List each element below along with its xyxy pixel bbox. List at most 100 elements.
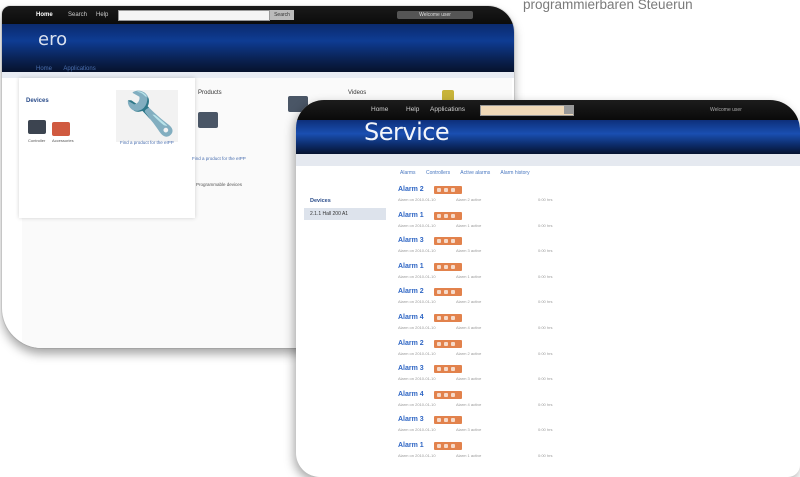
back-section-text: Programmable devices [196, 182, 243, 187]
alarm-status-badge [434, 390, 462, 399]
front-nav-help[interactable]: Help [406, 105, 419, 115]
alarm-detail-text: 0:00 hrs [538, 427, 553, 433]
front-top-bar: Home Help Applications Welcome user [296, 100, 800, 120]
accessory-image[interactable] [52, 122, 70, 136]
back-user-box[interactable]: Welcome user [397, 11, 473, 19]
alarm-detail-text: Alarm 3 active [456, 248, 482, 254]
alarm-row[interactable]: Alarm 1 Alarm on 2010-01-10 Alarm 1 active… [396, 211, 596, 238]
back-col-products: Products [198, 90, 222, 96]
alarm-detail-text: Alarm 2 active [456, 350, 482, 356]
back-crumb-applications[interactable]: Applications [63, 66, 95, 72]
alarm-status-badge [434, 365, 462, 374]
alarm-detail-text: Alarm 4 active [456, 325, 482, 330]
alarm-row[interactable]: Alarm 3 Alarm on 2010-01-10 Alarm 3 active… [396, 365, 596, 391]
alarm-name-link[interactable]: Alarm 2 [398, 340, 424, 347]
back-panel-title: Devices [26, 98, 49, 104]
alarm-row[interactable]: Alarm 2 Alarm on 2010-01-10 Alarm 2 active… [396, 288, 596, 314]
alarm-row[interactable]: Alarm 1 Alarm on 2010-01-10 Alarm 1 active… [396, 442, 596, 468]
alarm-name-link[interactable]: Alarm 3 [398, 416, 424, 423]
alarm-row[interactable]: Alarm 4 Alarm on 2010-01-10 Alarm 4 active… [396, 390, 596, 417]
front-user-text[interactable]: Welcome user [710, 106, 770, 114]
alarm-detail-text: Alarm on 2010-01-10 [398, 248, 436, 254]
alarm-name-link[interactable]: Alarm 3 [398, 237, 424, 244]
alarm-detail-text: Alarm on 2010-01-10 [398, 325, 436, 330]
alarm-detail-text: Alarm 2 active [456, 299, 482, 305]
alarm-detail-text: Alarm on 2010-01-10 [398, 197, 436, 202]
front-search-button[interactable] [564, 105, 573, 114]
product-image[interactable] [198, 112, 218, 128]
alarm-detail-text: Alarm on 2010-01-10 [398, 376, 436, 382]
alarm-detail-text: Alarm on 2010-01-10 [398, 299, 436, 305]
back-col-videos: Videos [348, 90, 367, 96]
back-nav-home[interactable]: Home [36, 10, 53, 20]
wrench-icon: 🔧 [124, 90, 177, 137]
alarm-detail-text: 0:00 hrs [538, 273, 553, 279]
front-search-input[interactable] [480, 105, 574, 116]
alarm-status-badge [434, 211, 462, 220]
back-header-banner [2, 24, 514, 72]
sidebar-title: Devices [310, 198, 331, 204]
alarm-detail-text: 0:00 hrs [538, 222, 553, 228]
controller-image[interactable] [28, 120, 46, 134]
alarm-status-badge [434, 288, 462, 297]
thumb-label-controller[interactable]: Controller [28, 138, 45, 143]
alarm-row[interactable]: Alarm 2 Alarm on 2010-01-10 Alarm 2 active… [396, 186, 596, 212]
alarm-name-link[interactable]: Alarm 1 [398, 212, 424, 219]
alarm-status-badge [434, 262, 462, 271]
alarm-row[interactable]: Alarm 3 Alarm on 2010-01-10 Alarm 3 active… [396, 237, 596, 263]
back-breadcrumb: Home Applications [36, 66, 106, 72]
back-col-link[interactable]: Find a product for the eIPP [192, 156, 246, 161]
alarm-detail-text: Alarm 2 active [456, 197, 482, 202]
back-search-input[interactable] [118, 10, 270, 21]
alarm-detail-text: Alarm 1 active [456, 273, 482, 279]
alarm-detail-text: 0:00 hrs [538, 453, 553, 458]
front-browser-window: Home Help Applications Welcome user Serv… [296, 100, 800, 477]
alarm-detail-text: 0:00 hrs [538, 401, 553, 407]
alarm-status-badge [434, 339, 462, 348]
sidebar-item-device[interactable]: 2.1.1 Hall 200 A1 [304, 208, 386, 220]
back-logo: ero [38, 29, 68, 50]
alarm-detail-text: Alarm on 2010-01-10 [398, 427, 436, 433]
alarm-detail-text: Alarm on 2010-01-10 [398, 453, 436, 458]
alarm-status-badge [434, 186, 462, 194]
alarm-row[interactable]: Alarm 3 Alarm on 2010-01-10 Alarm 3 active… [396, 416, 596, 442]
alarm-name-link[interactable]: Alarm 1 [398, 442, 424, 449]
alarm-detail-text: Alarm 1 active [456, 222, 482, 228]
alarm-detail-text: 0:00 hrs [538, 350, 553, 356]
tab-controllers[interactable]: Controllers [426, 170, 450, 176]
alarm-status-badge [434, 237, 462, 246]
front-nav-home[interactable]: Home [371, 105, 388, 115]
thumb-label-accessories[interactable]: Accessories [52, 138, 74, 143]
back-top-bar: Home Search Help Search Welcome user [2, 6, 514, 24]
front-tabs: Alarms Controllers Active alarms Alarm h… [400, 170, 539, 176]
alarm-detail-text: Alarm 3 active [456, 427, 482, 433]
alarm-row[interactable]: Alarm 4 Alarm on 2010-01-10 Alarm 4 active… [396, 314, 596, 340]
alarm-name-link[interactable]: Alarm 4 [398, 314, 424, 321]
service-logo: Service [364, 118, 450, 146]
alarm-detail-text: 0:00 hrs [538, 197, 553, 202]
alarm-detail-text: Alarm on 2010-01-10 [398, 222, 436, 228]
alarm-detail-text: Alarm 1 active [456, 453, 482, 458]
alarm-status-badge [434, 442, 462, 450]
alarm-row[interactable]: Alarm 2 Alarm on 2010-01-10 Alarm 2 active… [396, 339, 596, 366]
front-sub-bar [296, 154, 800, 166]
alarm-name-link[interactable]: Alarm 4 [398, 391, 424, 398]
back-nav-search[interactable]: Search [68, 10, 87, 20]
alarm-detail-text: Alarm 3 active [456, 376, 482, 382]
alarm-detail-text: Alarm on 2010-01-10 [398, 350, 436, 356]
alarm-status-badge [434, 416, 462, 425]
alarm-name-link[interactable]: Alarm 3 [398, 365, 424, 372]
tab-active-alarms[interactable]: Active alarms [460, 170, 490, 176]
back-search-button[interactable]: Search [270, 10, 294, 20]
tab-alarm-history[interactable]: Alarm history [500, 170, 529, 176]
back-crumb-home[interactable]: Home [36, 66, 52, 72]
back-nav-help[interactable]: Help [96, 10, 108, 20]
back-panel-link[interactable]: Find a product for the eIPP [120, 140, 174, 145]
front-nav-applications[interactable]: Applications [430, 105, 465, 115]
alarm-name-link[interactable]: Alarm 1 [398, 263, 424, 270]
alarm-detail-text: Alarm on 2010-01-10 [398, 401, 436, 407]
alarm-name-link[interactable]: Alarm 2 [398, 186, 424, 193]
alarm-name-link[interactable]: Alarm 2 [398, 288, 424, 295]
tab-alarms[interactable]: Alarms [400, 170, 416, 176]
alarm-row[interactable]: Alarm 1 Alarm on 2010-01-10 Alarm 1 active… [396, 262, 596, 289]
